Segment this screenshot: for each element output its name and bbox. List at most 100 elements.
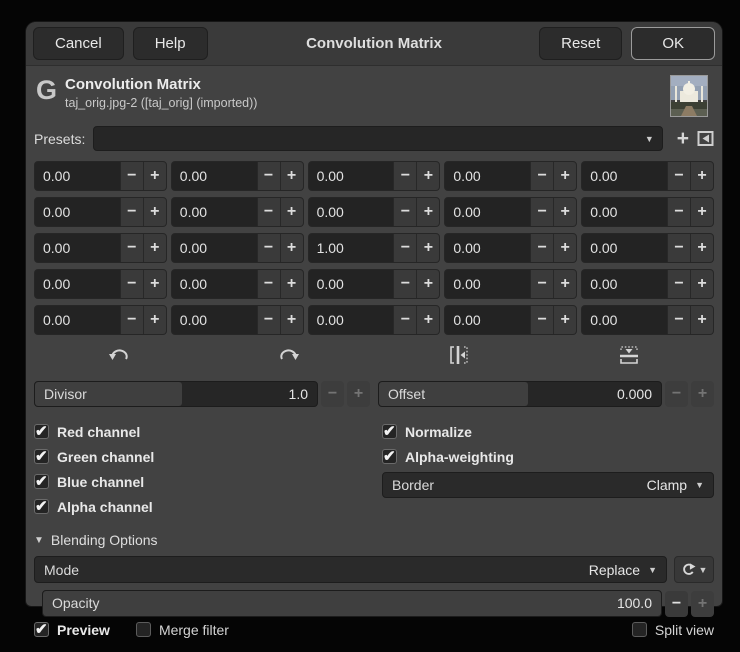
matrix-increment-2-0[interactable]: + [142, 234, 166, 262]
flip-horizontal-button[interactable] [374, 343, 544, 371]
checkbox-merge-filter[interactable]: Merge filter [135, 617, 229, 642]
unchecked-checkbox-icon[interactable] [631, 622, 647, 637]
opacity-decrement-button[interactable]: − [665, 590, 688, 617]
matrix-decrement-4-4[interactable]: − [667, 306, 690, 334]
checkbox-preview[interactable]: Preview [34, 617, 110, 642]
matrix-decrement-0-4[interactable]: − [667, 162, 690, 190]
matrix-decrement-1-2[interactable]: − [393, 198, 417, 226]
checkbox-green-channel[interactable]: Green channel [34, 444, 366, 469]
matrix-entry-4-0[interactable]: 0.00 [35, 306, 120, 334]
matrix-increment-4-4[interactable]: + [690, 306, 713, 334]
checkbox-blue-channel[interactable]: Blue channel [34, 469, 366, 494]
manage-presets-button[interactable] [697, 130, 714, 147]
matrix-decrement-2-2[interactable]: − [393, 234, 417, 262]
unchecked-checkbox-icon[interactable] [135, 622, 151, 637]
matrix-entry-2-3[interactable]: 0.00 [445, 234, 530, 262]
matrix-decrement-0-0[interactable]: − [119, 162, 143, 190]
checked-checkbox-icon[interactable] [34, 447, 49, 465]
matrix-decrement-2-1[interactable]: − [256, 234, 280, 262]
matrix-entry-1-3[interactable]: 0.00 [445, 198, 530, 226]
checkbox-alpha-channel[interactable]: Alpha channel [34, 494, 366, 519]
matrix-decrement-1-4[interactable]: − [667, 198, 690, 226]
matrix-entry-0-3[interactable]: 0.00 [445, 162, 530, 190]
offset-value[interactable]: 0.000 [617, 382, 652, 406]
matrix-entry-1-4[interactable]: 0.00 [582, 198, 667, 226]
rotate-90-cw-button[interactable] [204, 343, 374, 371]
ok-button[interactable]: OK [631, 27, 715, 60]
matrix-decrement-2-4[interactable]: − [667, 234, 690, 262]
checked-checkbox-icon[interactable] [34, 422, 49, 440]
matrix-entry-2-4[interactable]: 0.00 [582, 234, 667, 262]
add-preset-button[interactable]: + [671, 128, 689, 149]
opacity-increment-button[interactable]: + [691, 590, 714, 617]
reset-button[interactable]: Reset [539, 27, 623, 60]
matrix-increment-3-4[interactable]: + [690, 270, 713, 298]
divisor-decrement-button[interactable]: − [321, 381, 344, 407]
matrix-decrement-0-3[interactable]: − [530, 162, 554, 190]
help-button[interactable]: Help [132, 27, 208, 60]
matrix-increment-4-1[interactable]: + [279, 306, 303, 334]
checkbox-split-view[interactable]: Split view [631, 617, 714, 642]
matrix-entry-3-3[interactable]: 0.00 [445, 270, 530, 298]
matrix-increment-2-1[interactable]: + [279, 234, 303, 262]
matrix-decrement-1-1[interactable]: − [256, 198, 280, 226]
checkbox-red-channel[interactable]: Red channel [34, 419, 366, 444]
matrix-entry-0-0[interactable]: 0.00 [35, 162, 120, 190]
divisor-value[interactable]: 1.0 [289, 382, 308, 406]
presets-combo[interactable]: ▼ [93, 126, 663, 151]
checked-checkbox-icon[interactable] [34, 472, 49, 490]
matrix-increment-3-1[interactable]: + [279, 270, 303, 298]
matrix-decrement-4-2[interactable]: − [393, 306, 417, 334]
matrix-decrement-0-2[interactable]: − [393, 162, 417, 190]
matrix-increment-3-2[interactable]: + [416, 270, 440, 298]
matrix-entry-0-1[interactable]: 0.00 [172, 162, 257, 190]
matrix-increment-1-2[interactable]: + [416, 198, 440, 226]
matrix-entry-4-3[interactable]: 0.00 [445, 306, 530, 334]
matrix-increment-3-3[interactable]: + [553, 270, 577, 298]
mode-select[interactable]: Mode Replace ▼ [34, 556, 667, 583]
offset-decrement-button[interactable]: − [665, 381, 688, 407]
matrix-increment-0-3[interactable]: + [553, 162, 577, 190]
offset-slider[interactable]: Offset 0.000 [378, 381, 662, 407]
matrix-increment-1-0[interactable]: + [142, 198, 166, 226]
matrix-entry-3-4[interactable]: 0.00 [582, 270, 667, 298]
matrix-increment-1-3[interactable]: + [553, 198, 577, 226]
matrix-decrement-3-2[interactable]: − [393, 270, 417, 298]
rotate-90-ccw-button[interactable] [34, 343, 204, 371]
matrix-increment-1-4[interactable]: + [690, 198, 713, 226]
flip-vertical-button[interactable] [544, 343, 714, 371]
matrix-decrement-4-3[interactable]: − [530, 306, 554, 334]
matrix-decrement-2-3[interactable]: − [530, 234, 554, 262]
matrix-increment-0-2[interactable]: + [416, 162, 440, 190]
checked-checkbox-icon[interactable] [382, 422, 397, 440]
matrix-increment-2-4[interactable]: + [690, 234, 713, 262]
blending-options-expander[interactable]: ▼ Blending Options [34, 529, 714, 551]
matrix-entry-1-1[interactable]: 0.00 [172, 198, 257, 226]
matrix-decrement-1-0[interactable]: − [119, 198, 143, 226]
reset-blend-mode-button[interactable]: ▼ [674, 556, 714, 583]
matrix-entry-1-0[interactable]: 0.00 [35, 198, 120, 226]
opacity-value[interactable]: 100.0 [617, 591, 652, 615]
checkbox-normalize[interactable]: Normalize [382, 419, 714, 444]
opacity-slider[interactable]: Opacity 100.0 [42, 590, 662, 617]
matrix-increment-0-1[interactable]: + [279, 162, 303, 190]
matrix-increment-1-1[interactable]: + [279, 198, 303, 226]
divisor-slider[interactable]: Divisor 1.0 [34, 381, 318, 407]
matrix-decrement-3-3[interactable]: − [530, 270, 554, 298]
checkbox-alpha-weighting[interactable]: Alpha-weighting [382, 444, 714, 469]
border-select[interactable]: Border Clamp ▼ [382, 472, 714, 498]
checked-checkbox-icon[interactable] [382, 447, 397, 465]
checked-checkbox-icon[interactable] [34, 620, 49, 638]
matrix-entry-4-2[interactable]: 0.00 [309, 306, 394, 334]
matrix-entry-0-2[interactable]: 0.00 [309, 162, 394, 190]
matrix-entry-3-2[interactable]: 0.00 [309, 270, 394, 298]
matrix-entry-2-0[interactable]: 0.00 [35, 234, 120, 262]
matrix-entry-0-4[interactable]: 0.00 [582, 162, 667, 190]
cancel-button[interactable]: Cancel [33, 27, 124, 60]
checked-checkbox-icon[interactable] [34, 497, 49, 515]
matrix-entry-2-2[interactable]: 1.00 [309, 234, 394, 262]
matrix-increment-0-0[interactable]: + [142, 162, 166, 190]
matrix-decrement-3-1[interactable]: − [256, 270, 280, 298]
matrix-decrement-3-4[interactable]: − [667, 270, 690, 298]
matrix-increment-0-4[interactable]: + [690, 162, 713, 190]
